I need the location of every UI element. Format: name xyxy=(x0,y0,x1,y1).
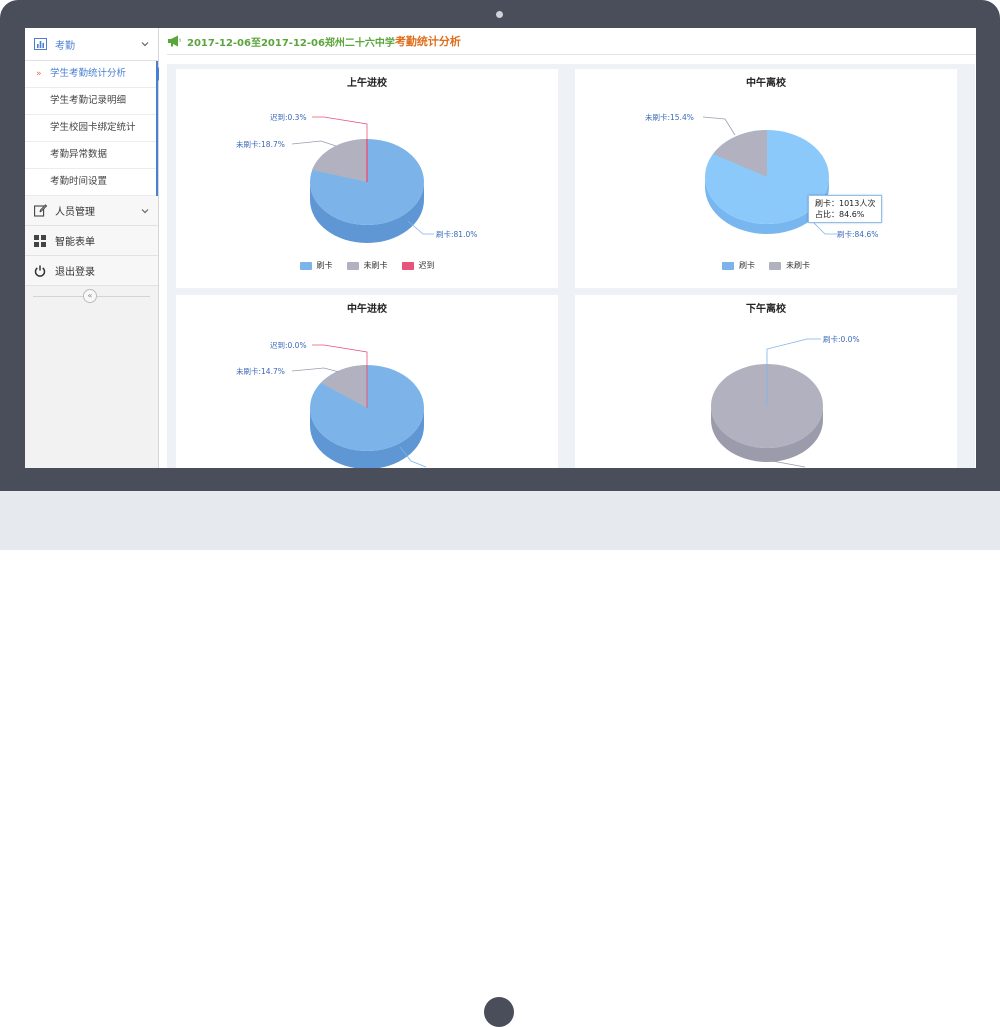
pie-chart-noon-exit: 未刷卡:15.4% 刷卡:84.6% xyxy=(645,112,878,239)
leader-late xyxy=(312,344,368,365)
menu-logout-label: 退出登录 xyxy=(55,267,95,278)
grid-icon xyxy=(33,234,47,248)
collapse-sidebar-button[interactable]: « xyxy=(83,289,97,303)
chart-legend: 刷卡 未刷卡 xyxy=(575,260,957,271)
leader-no-swipe xyxy=(291,140,337,147)
legend-item-no-swipe[interactable]: 未刷卡 xyxy=(769,260,810,271)
edit-icon xyxy=(33,204,47,218)
date-range-school: 2017-12-06至2017-12-06郑州二十六中学 xyxy=(187,37,395,49)
app-screen: 考勤 » 学生考勤统计分析 学生考勤记录明细 学生校园卡绑定统计 考勤异常数据 … xyxy=(25,28,976,468)
menu-attendance-label: 考勤 xyxy=(55,40,75,52)
menu-logout[interactable]: 退出登录 xyxy=(25,256,158,286)
tooltip-line-ratio: 占比：84.6% xyxy=(815,210,865,219)
menu-attendance[interactable]: 考勤 xyxy=(25,28,158,61)
main-content: 2017-12-06至2017-12-06郑州二十六中学 考勤统计分析 上午进校… xyxy=(159,28,976,468)
menu-people-management[interactable]: 人员管理 xyxy=(25,196,158,226)
label-swipe: 刷卡:0.0% xyxy=(823,334,860,344)
sidebar-item-label: 学生考勤记录明细 xyxy=(50,95,127,106)
tooltip-line-count: 刷卡：1013人次 xyxy=(815,199,876,208)
label-no-swipe: 未刷卡:18.7% xyxy=(236,139,285,149)
sidebar-item-label: 学生考勤统计分析 xyxy=(50,68,127,79)
attendance-submenu: » 学生考勤统计分析 学生考勤记录明细 学生校园卡绑定统计 考勤异常数据 考勤时… xyxy=(25,61,164,196)
label-swipe: 刷卡:81.0% xyxy=(436,229,477,239)
legend-item-swipe[interactable]: 刷卡 xyxy=(722,260,755,271)
page-header: 2017-12-06至2017-12-06郑州二十六中学 考勤统计分析 xyxy=(167,28,976,55)
sidebar-item-attendance-records[interactable]: 学生考勤记录明细 xyxy=(25,88,156,115)
label-no-swipe: 未刷卡:15.4% xyxy=(645,112,694,122)
chart-panel-morning-entry: 上午进校 迟到:0.3% 未刷卡:18.7% 刷卡:81.0% 刷卡 未刷卡 迟… xyxy=(176,69,558,288)
menu-people-label: 人员管理 xyxy=(55,207,95,218)
bar-chart-icon xyxy=(33,37,47,51)
legend-item-late[interactable]: 迟到 xyxy=(401,260,435,271)
sidebar-collapse-row: « xyxy=(25,286,158,306)
leader-swipe xyxy=(766,338,821,364)
home-button xyxy=(484,997,514,1027)
sidebar-item-card-binding[interactable]: 学生校园卡绑定统计 xyxy=(25,115,156,142)
double-chevron-icon: » xyxy=(36,69,42,79)
camera-dot xyxy=(496,11,503,18)
sidebar-item-label: 考勤异常数据 xyxy=(50,149,108,160)
sidebar-item-abnormal-data[interactable]: 考勤异常数据 xyxy=(25,142,156,169)
pie-chart-noon-entry: 迟到:0.0% 未刷卡:14.7% xyxy=(236,341,427,468)
chart-tooltip: 刷卡：1013人次 占比：84.6% xyxy=(808,195,883,223)
leader-late xyxy=(312,116,368,139)
power-icon xyxy=(33,264,47,278)
label-late: 迟到:0.3% xyxy=(270,113,307,122)
sidebar-item-label: 考勤时间设置 xyxy=(50,176,108,187)
leader-no-swipe xyxy=(702,116,736,136)
chart-panel-noon-exit: 中午离校 未刷卡:15.4% 刷卡:84.6% 刷卡：1013人次 占比：84.… xyxy=(575,69,957,288)
label-no-swipe: 未刷卡:14.7% xyxy=(236,366,285,376)
legend-item-no-swipe[interactable]: 未刷卡 xyxy=(346,260,388,271)
sidebar-item-attendance-analysis[interactable]: » 学生考勤统计分析 xyxy=(25,61,164,88)
legend-item-swipe[interactable]: 刷卡 xyxy=(299,260,333,271)
leader-no-swipe xyxy=(291,367,340,373)
charts-grid: 上午进校 迟到:0.3% 未刷卡:18.7% 刷卡:81.0% 刷卡 未刷卡 迟… xyxy=(167,64,975,468)
sidebar-item-label: 学生校园卡绑定统计 xyxy=(50,122,136,133)
chart-panel-afternoon-exit: 下午离校 刷卡:0.0% xyxy=(575,295,957,468)
sidebar: 考勤 » 学生考勤统计分析 学生考勤记录明细 学生校园卡绑定统计 考勤异常数据 … xyxy=(25,28,164,468)
chevron-down-icon xyxy=(140,39,150,49)
page-title: 考勤统计分析 xyxy=(394,35,461,48)
chart-legend: 刷卡 未刷卡 迟到 xyxy=(176,260,558,271)
pie-chart-afternoon-exit: 刷卡:0.0% xyxy=(711,334,860,468)
label-late: 迟到:0.0% xyxy=(270,341,307,350)
menu-smart-forms[interactable]: 智能表单 xyxy=(25,226,158,256)
menu-smart-forms-label: 智能表单 xyxy=(55,237,95,248)
monitor-chin xyxy=(0,491,1000,1027)
megaphone-icon xyxy=(168,35,181,47)
sidebar-item-time-settings[interactable]: 考勤时间设置 xyxy=(25,169,156,196)
chevron-down-icon xyxy=(140,206,150,216)
chart-panel-noon-entry: 中午进校 迟到:0.0% 未刷卡:14.7% xyxy=(176,295,558,468)
pie-chart-morning-entry: 迟到:0.3% 未刷卡:18.7% 刷卡:81.0% xyxy=(236,113,477,243)
label-swipe: 刷卡:84.6% xyxy=(837,229,878,239)
